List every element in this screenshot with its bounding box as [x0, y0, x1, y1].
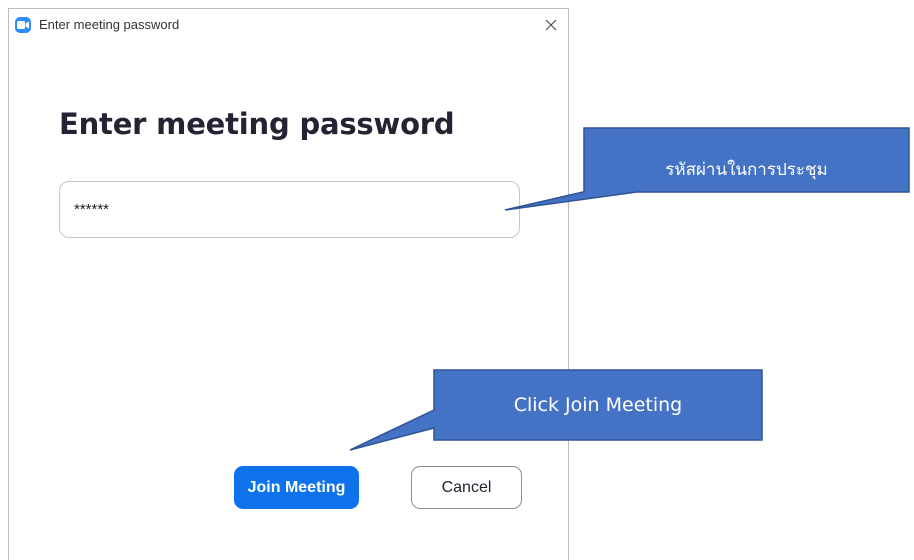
password-callout-text: รหัสผ่านในการประชุม: [665, 160, 828, 180]
join-callout-text: Click Join Meeting: [513, 394, 683, 416]
annotation-callouts: [349, 127, 910, 451]
